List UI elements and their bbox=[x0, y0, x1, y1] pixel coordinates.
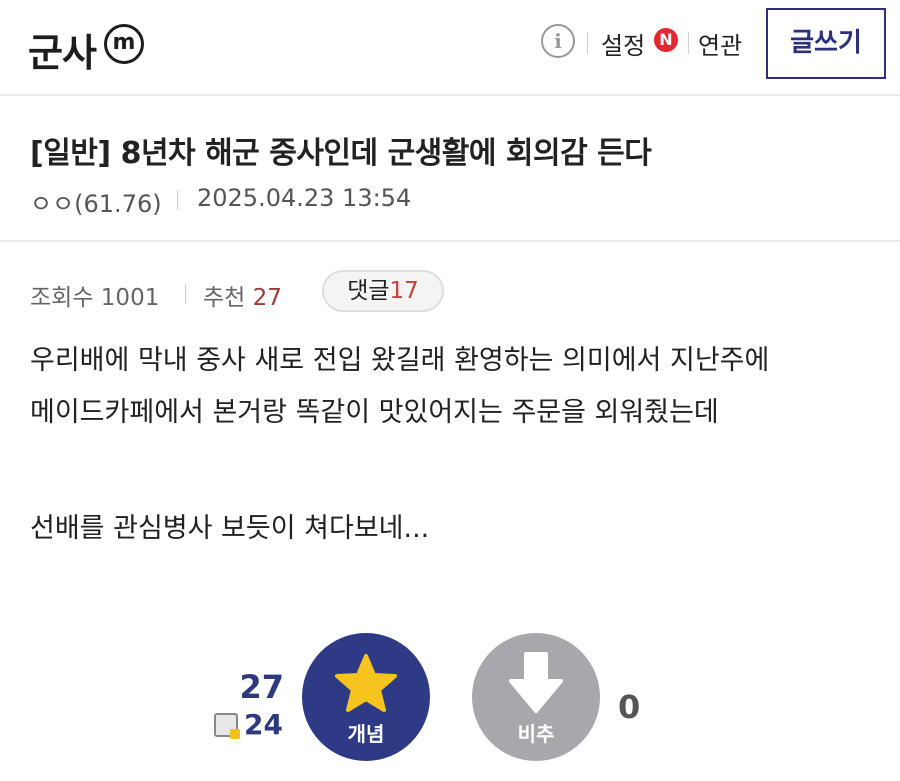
recommend-stat: 추천 27 bbox=[203, 278, 282, 312]
post-author[interactable]: ㅇㅇ(61.76) bbox=[30, 184, 162, 219]
minor-gallery-icon: m bbox=[104, 24, 144, 64]
section-divider bbox=[0, 240, 900, 242]
recommend-button[interactable]: 개념 bbox=[302, 633, 430, 761]
post-date: 2025.04.23 13:54 bbox=[197, 184, 412, 212]
down-vote-count: 0 bbox=[618, 688, 641, 726]
star-icon bbox=[335, 654, 397, 712]
gallery-header: 군사 m i 설정 N 연관 글쓰기 bbox=[0, 0, 900, 96]
view-count-value: 1001 bbox=[100, 285, 160, 311]
post-body-line: 선배를 관심병사 보듯이 쳐다보네... bbox=[30, 513, 430, 544]
recommend-stat-label: 추천 bbox=[203, 285, 246, 311]
settings-button[interactable]: 설정 bbox=[601, 26, 645, 61]
header-divider bbox=[688, 32, 689, 54]
post-body-line: 우리배에 막내 중사 새로 전입 왔길래 환영하는 의미에서 지난주에 bbox=[30, 345, 770, 376]
write-button[interactable]: 글쓰기 bbox=[766, 8, 886, 79]
post-title: [일반] 8년차 해군 중사인데 군생활에 회의감 든다 bbox=[30, 136, 652, 171]
info-icon[interactable]: i bbox=[541, 24, 575, 58]
recommend-stat-value: 27 bbox=[252, 285, 282, 311]
up-vote-count: 27 bbox=[239, 668, 284, 706]
not-recommend-button[interactable]: 비추 bbox=[472, 633, 600, 761]
fixed-user-count: 24 bbox=[244, 708, 283, 741]
view-count: 조회수 1001 bbox=[30, 278, 159, 312]
meta-divider bbox=[177, 190, 178, 210]
arrow-down-icon bbox=[509, 652, 563, 713]
view-count-label: 조회수 bbox=[30, 285, 94, 311]
gallery-title[interactable]: 군사 bbox=[28, 22, 97, 77]
comment-count: 17 bbox=[389, 278, 419, 304]
header-divider bbox=[587, 32, 588, 54]
recommend-label: 개념 bbox=[347, 722, 385, 746]
comment-button[interactable]: 댓글17 bbox=[322, 270, 444, 312]
comment-label: 댓글 bbox=[347, 278, 390, 304]
stat-divider bbox=[185, 284, 186, 304]
related-button[interactable]: 연관 bbox=[698, 26, 742, 61]
fixed-user-icon bbox=[214, 713, 240, 739]
not-recommend-label: 비추 bbox=[517, 722, 555, 746]
post-body-line: 메이드카페에서 본거랑 똑같이 맛있어지는 주문을 외워줬는데 bbox=[30, 397, 719, 428]
new-badge: N bbox=[654, 28, 678, 52]
